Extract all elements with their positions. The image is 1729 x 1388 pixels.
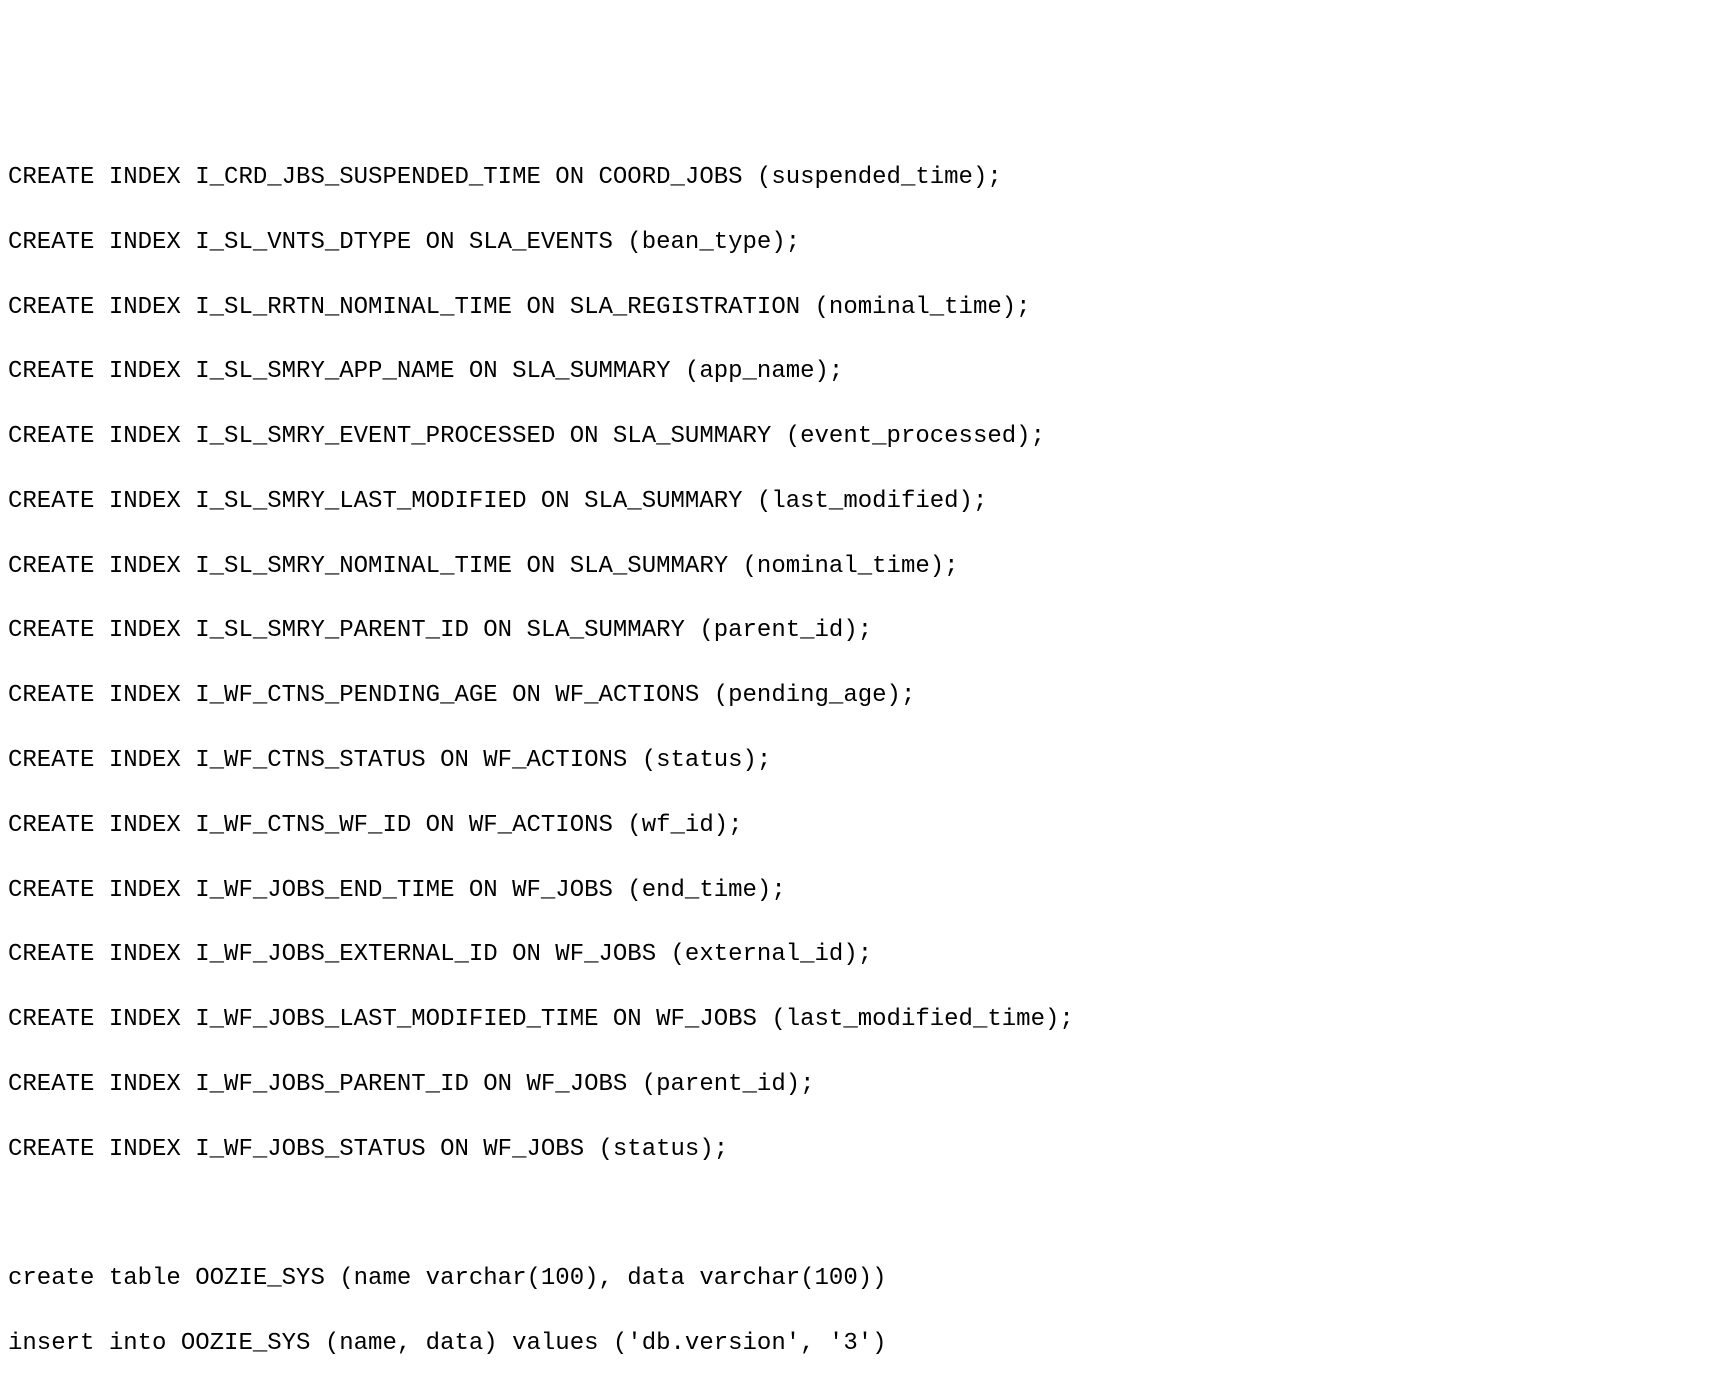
sql-line: CREATE INDEX I_WF_JOBS_PARENT_ID ON WF_J…: [8, 1069, 1721, 1101]
sql-line: insert into OOZIE_SYS (name, data) value…: [8, 1328, 1721, 1360]
sql-line: CREATE INDEX I_WF_JOBS_EXTERNAL_ID ON WF…: [8, 939, 1721, 971]
sql-line: CREATE INDEX I_SL_SMRY_NOMINAL_TIME ON S…: [8, 551, 1721, 583]
sql-code-block: CREATE INDEX I_CRD_JBS_SUSPENDED_TIME ON…: [0, 130, 1729, 1388]
sql-line: CREATE INDEX I_SL_RRTN_NOMINAL_TIME ON S…: [8, 292, 1721, 324]
sql-line: CREATE INDEX I_WF_CTNS_PENDING_AGE ON WF…: [8, 680, 1721, 712]
sql-line: CREATE INDEX I_WF_JOBS_END_TIME ON WF_JO…: [8, 875, 1721, 907]
sql-line: CREATE INDEX I_SL_SMRY_PARENT_ID ON SLA_…: [8, 615, 1721, 647]
sql-line: [8, 1198, 1721, 1230]
sql-line: CREATE INDEX I_WF_CTNS_STATUS ON WF_ACTI…: [8, 745, 1721, 777]
sql-line: CREATE INDEX I_SL_SMRY_EVENT_PROCESSED O…: [8, 421, 1721, 453]
sql-line: CREATE INDEX I_WF_JOBS_LAST_MODIFIED_TIM…: [8, 1004, 1721, 1036]
sql-line: CREATE INDEX I_SL_SMRY_APP_NAME ON SLA_S…: [8, 356, 1721, 388]
sql-line: create table OOZIE_SYS (name varchar(100…: [8, 1263, 1721, 1295]
sql-line: CREATE INDEX I_CRD_JBS_SUSPENDED_TIME ON…: [8, 162, 1721, 194]
sql-line: CREATE INDEX I_SL_SMRY_LAST_MODIFIED ON …: [8, 486, 1721, 518]
sql-line: CREATE INDEX I_WF_CTNS_WF_ID ON WF_ACTIO…: [8, 810, 1721, 842]
sql-line: CREATE INDEX I_SL_VNTS_DTYPE ON SLA_EVEN…: [8, 227, 1721, 259]
sql-line: CREATE INDEX I_WF_JOBS_STATUS ON WF_JOBS…: [8, 1134, 1721, 1166]
